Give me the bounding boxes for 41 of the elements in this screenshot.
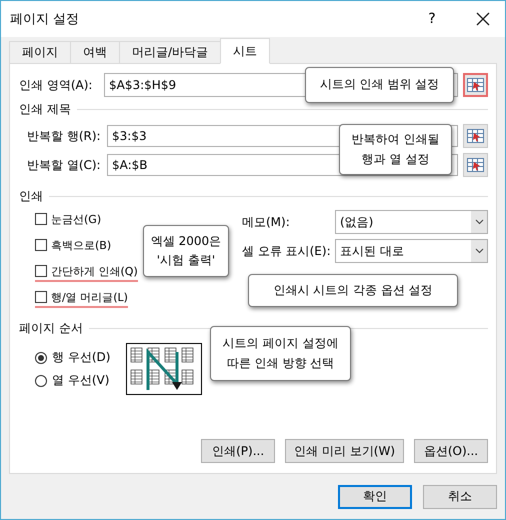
radio-button[interactable] — [35, 374, 47, 386]
help-button[interactable]: ? — [417, 5, 447, 33]
group-heading: 인쇄 — [19, 188, 43, 204]
ok-button[interactable]: 확인 — [338, 484, 412, 508]
close-icon — [476, 12, 490, 26]
chevron-down-icon — [474, 219, 484, 225]
callout-note: 인쇄시 시트의 각종 옵션 설정 — [248, 274, 458, 307]
range-picker-button[interactable] — [463, 124, 488, 148]
range-picker-button[interactable] — [463, 73, 488, 97]
action-button[interactable]: 인쇄(P)... — [201, 439, 276, 463]
callout-note: 반복하여 인쇄될 행과 열 설정 — [339, 124, 452, 175]
action-button[interactable]: 인쇄 미리 보기(W) — [285, 439, 404, 463]
radio-label: 행 우선(D) — [52, 349, 110, 366]
range-picker-icon — [467, 78, 484, 92]
cancel-button[interactable]: 취소 — [423, 484, 497, 508]
window-title: 페이지 설정 — [10, 11, 80, 28]
field-label: 반복할 행(R): — [27, 128, 102, 144]
field-label: 인쇄 영역(A): — [19, 76, 94, 94]
callout-note: 시트의 인쇄 범위 설정 — [305, 67, 454, 103]
callout-note: 엑셀 2000은 '시험 출력' — [143, 225, 229, 277]
chevron-down-icon — [474, 248, 484, 254]
checkbox-option[interactable]: 눈금선(G) — [35, 210, 102, 230]
checkbox-option[interactable]: 흑백으로(B) — [35, 236, 112, 256]
dropdown[interactable]: 표시된 대로 — [335, 239, 488, 263]
tab[interactable]: 페이지 — [9, 41, 71, 64]
group-heading: 인쇄 제목 — [19, 100, 71, 118]
callout-note: 시트의 페이지 설정에 따른 인쇄 방향 선택 — [210, 326, 351, 381]
field-label: 반복할 열(C): — [27, 156, 102, 174]
range-picker-icon — [467, 158, 484, 172]
field-label: 메모(M): — [242, 214, 291, 230]
radio-button[interactable] — [35, 352, 47, 364]
dropdown[interactable]: (없음) — [335, 210, 488, 234]
checkbox-option[interactable]: 간단하게 인쇄(Q) — [35, 262, 138, 282]
range-picker-button[interactable] — [463, 153, 488, 177]
range-picker-icon — [467, 129, 484, 143]
checkbox-option[interactable]: 행/열 머리글(L) — [35, 288, 128, 308]
field-label: 셀 오류 표시(E): — [242, 242, 332, 260]
tab[interactable]: 시트 — [220, 38, 270, 64]
action-button[interactable]: 옵션(O)... — [414, 439, 488, 463]
group-heading: 페이지 순서 — [19, 320, 83, 336]
radio-label: 열 우선(V) — [52, 372, 110, 389]
